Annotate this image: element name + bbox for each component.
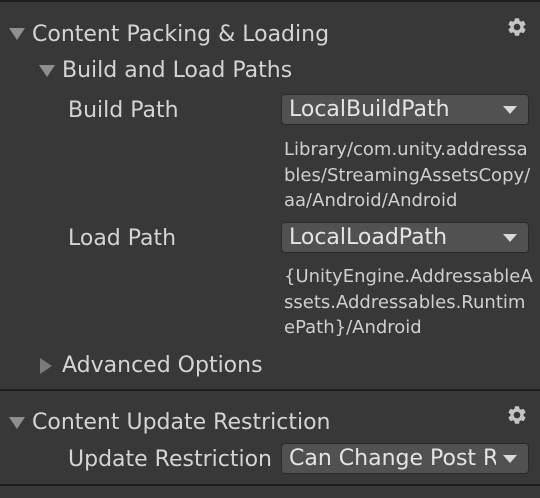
build-path-resolved: Library/com.unity.addressables/Streaming… [284,139,531,211]
gear-icon[interactable] [506,16,528,38]
content-packing-title: Content Packing & Loading [32,22,330,47]
gear-icon[interactable] [506,404,528,426]
load-path-value: LocalLoadPath [289,225,448,250]
dropdown-arrow-icon [503,106,517,114]
advanced-options-foldout-icon[interactable] [40,358,52,374]
foldout-expanded-icon[interactable] [9,417,25,429]
load-path-resolved: {UnityEngine.AddressableAssets.Addressab… [284,266,533,338]
load-path-label: Load Path [68,226,177,251]
build-path-value: LocalBuildPath [289,97,450,122]
bottom-divider [0,484,540,486]
foldout-expanded-icon[interactable] [9,28,25,40]
build-load-paths-title[interactable]: Build and Load Paths [62,57,292,85]
update-restriction-label: Update Restriction [68,447,272,472]
load-path-dropdown[interactable]: LocalLoadPath [281,222,529,253]
section-divider [0,389,540,391]
top-divider [0,0,540,2]
content-update-title: Content Update Restriction [32,410,331,435]
build-path-dropdown[interactable]: LocalBuildPath [281,94,529,125]
build-load-foldout-icon[interactable] [39,65,55,77]
advanced-options-title[interactable]: Advanced Options [62,352,263,380]
dropdown-arrow-icon [503,455,517,463]
content-update-header[interactable]: Content Update Restriction [0,404,540,444]
update-restriction-value: Can Change Post Release [289,446,496,471]
content-packing-header[interactable]: Content Packing & Loading [0,16,540,56]
build-path-label: Build Path [68,98,179,123]
dropdown-arrow-icon [503,234,517,242]
update-restriction-dropdown[interactable]: Can Change Post Release [281,443,529,474]
